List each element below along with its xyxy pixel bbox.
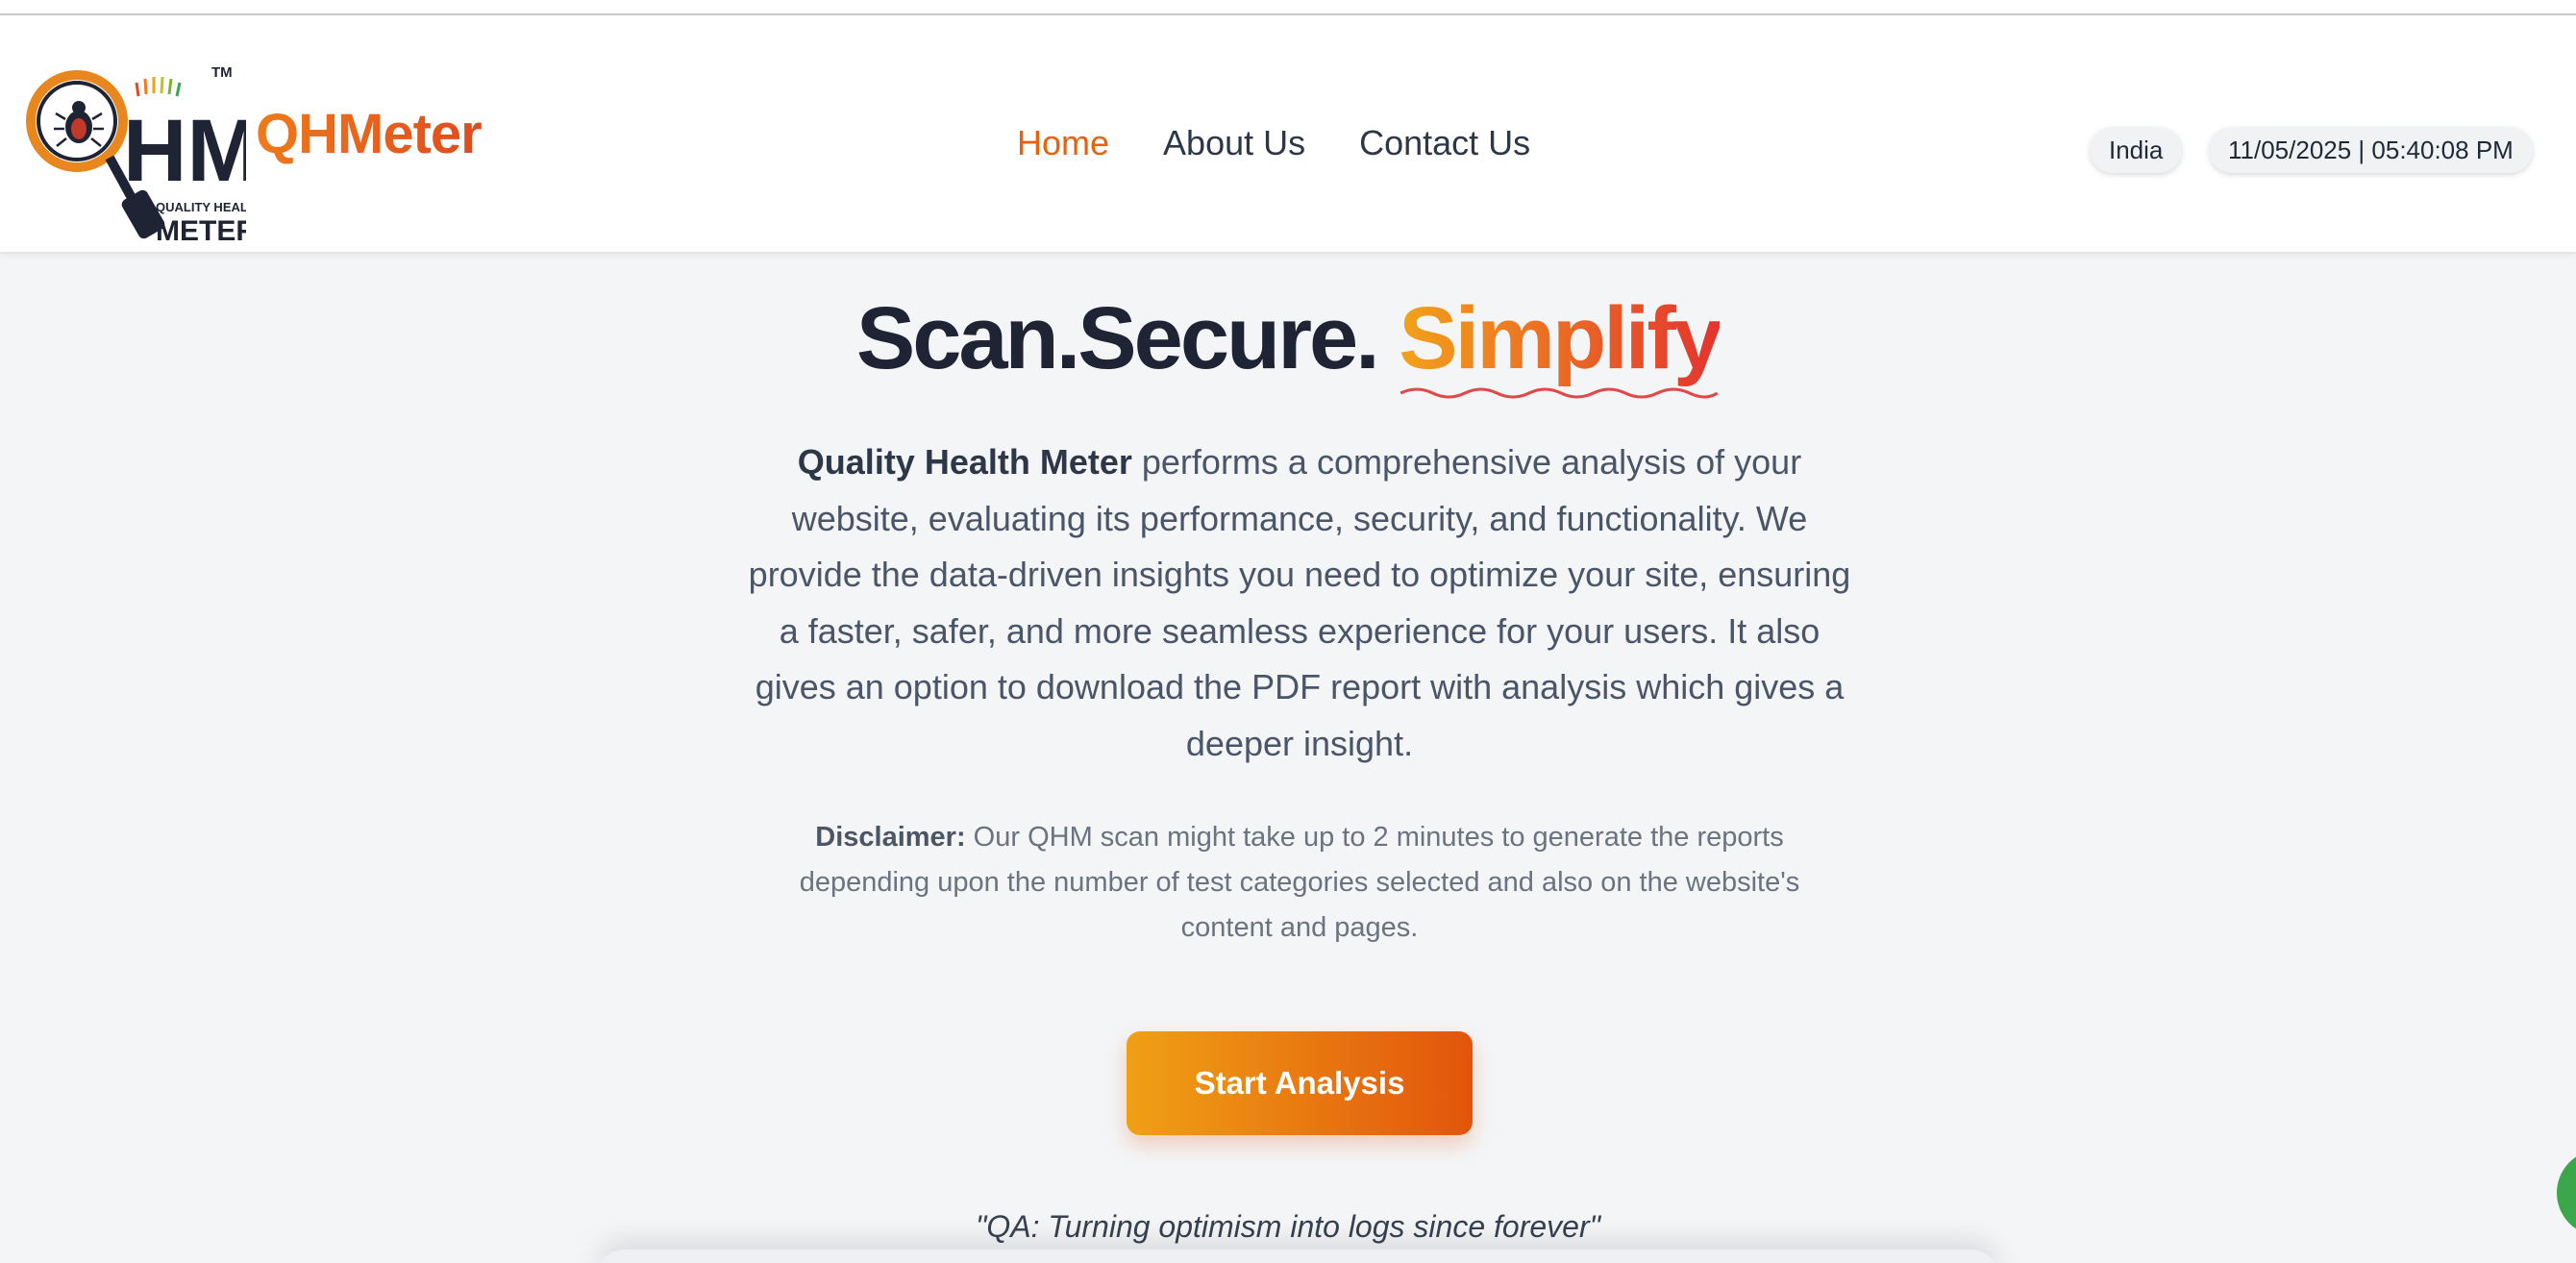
hero-title-main: Scan.Secure. — [855, 289, 1399, 387]
hero-description: Quality Health Meter performs a comprehe… — [740, 434, 1859, 772]
logo-tagline-bottom: METER — [156, 215, 246, 247]
disclaimer-label: Disclaimer: — [815, 822, 966, 853]
squiggle-underline-icon — [1399, 387, 1719, 399]
logo-tagline-top: QUALITY HEALTH — [156, 200, 246, 214]
tagline-quote: "QA: Turning optimism into logs since fo… — [976, 1209, 1600, 1244]
content-card-edge — [596, 1250, 1999, 1263]
nav-item-contact-us[interactable]: Contact Us — [1359, 123, 1530, 163]
datetime-badge: 11/05/2025 | 05:40:08 PM — [2209, 127, 2533, 173]
browser-top-edge — [0, 0, 2576, 15]
logo-wordmark: HM QUALITY HEALTH METER TM — [123, 64, 246, 247]
qhm-logo[interactable]: HM QUALITY HEALTH METER TM — [23, 48, 246, 252]
brand-name[interactable]: QHMeter — [256, 102, 483, 166]
site-header: HM QUALITY HEALTH METER TM QHMeter Home … — [0, 15, 2576, 254]
nav-item-home[interactable]: Home — [1017, 123, 1109, 163]
country-badge: India — [2090, 127, 2183, 173]
disclaimer: Disclaimer: Our QHM scan might take up t… — [779, 815, 1821, 951]
description-brand: Quality Health Meter — [797, 442, 1132, 482]
hero-title-accent-text: Simplify — [1399, 289, 1721, 387]
start-analysis-button[interactable]: Start Analysis — [1127, 1031, 1473, 1135]
description-text: performs a comprehensive analysis of you… — [748, 442, 1851, 763]
nav-item-about-us[interactable]: About Us — [1163, 123, 1305, 163]
hero-title: Scan.Secure. Simplify — [0, 288, 2576, 399]
logo-letters: HM — [123, 102, 246, 200]
main-nav: Home About Us Contact Us — [1017, 123, 1530, 163]
logo-trademark: TM — [211, 64, 233, 81]
hero-title-accent: Simplify — [1399, 288, 1721, 399]
